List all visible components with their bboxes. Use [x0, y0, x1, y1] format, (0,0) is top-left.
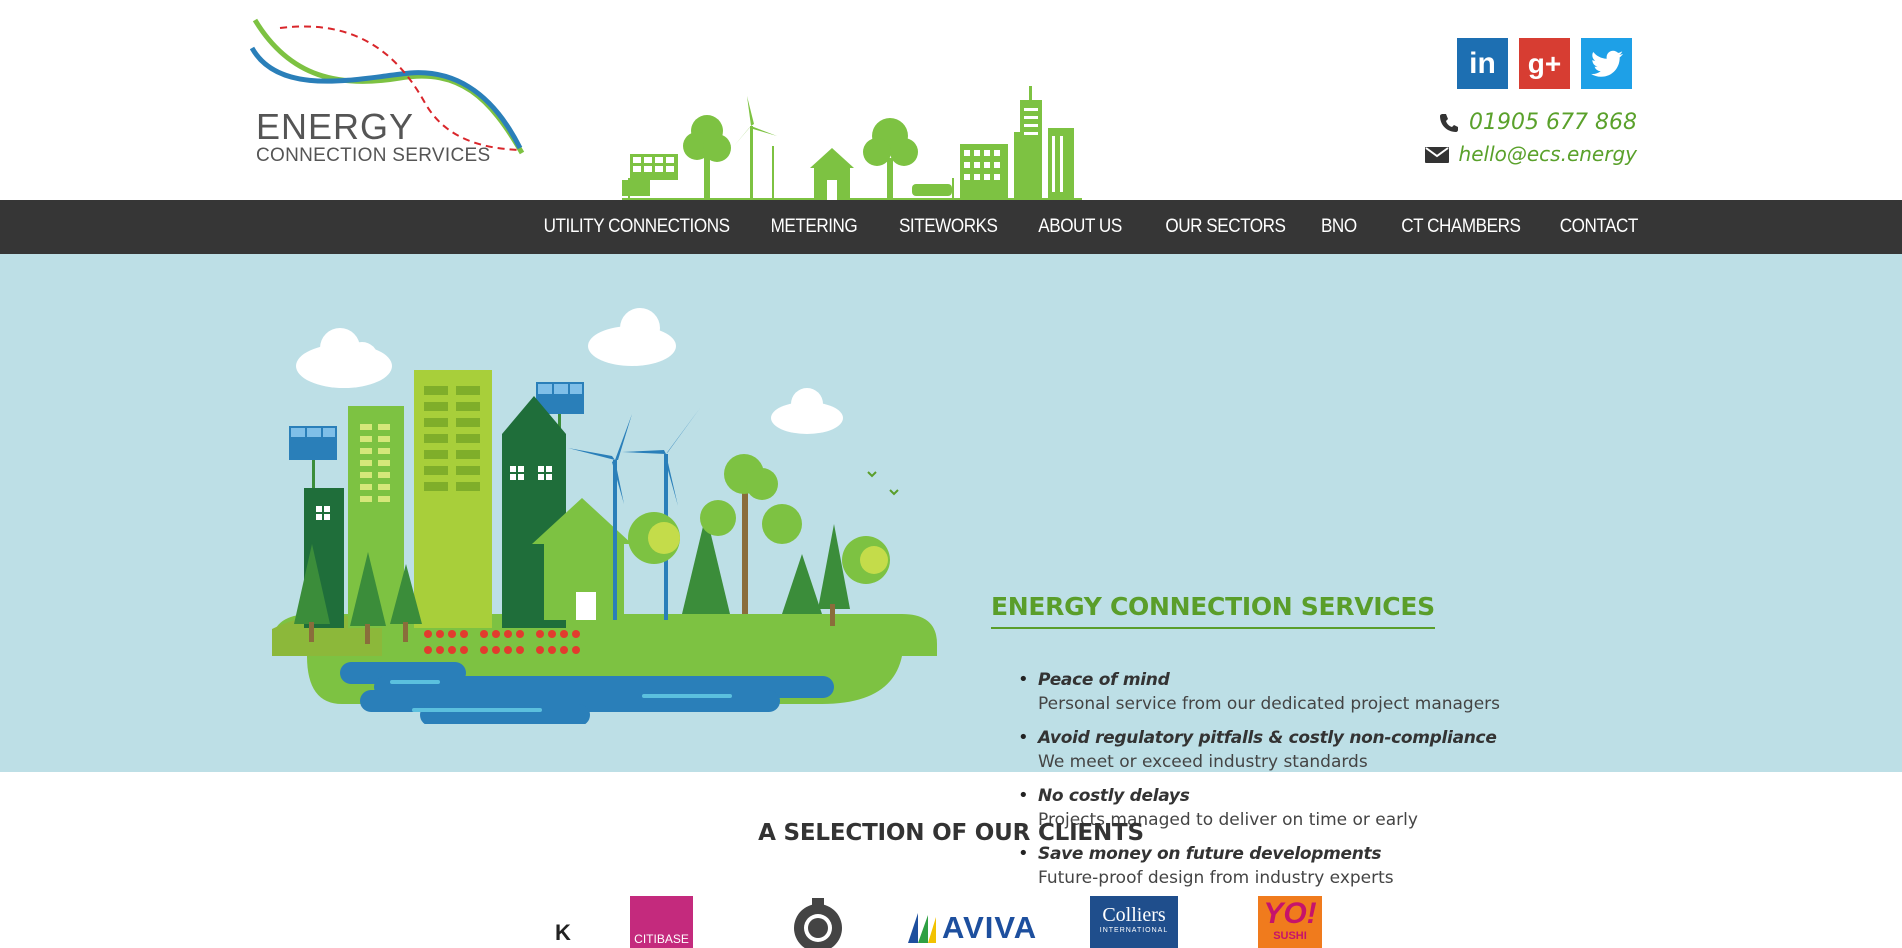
client-logo-crest: [794, 898, 842, 948]
benefit-description: Future-proof design from industry expert…: [1038, 868, 1394, 888]
nav-item-siteworks[interactable]: SITEWORKS: [899, 216, 998, 238]
twitter-bird-icon: [1590, 50, 1623, 77]
yo-sushi-sub-label: SUSHI: [1273, 930, 1307, 942]
google-plus-icon[interactable]: g+: [1519, 38, 1570, 89]
list-item: Save money on future developments Future…: [1018, 842, 1500, 890]
aviva-label: AVIVA: [942, 910, 1038, 945]
client-logo-colliers: Colliers INTERNATIONAL: [1090, 896, 1178, 948]
twitter-icon[interactable]: [1581, 38, 1632, 89]
clients-heading: A SELECTION OF OUR CLIENTS: [758, 820, 1144, 846]
nav-item-utility-connections[interactable]: UTILITY CONNECTIONS: [544, 216, 730, 238]
phone-icon: [1439, 113, 1459, 133]
colliers-label: Colliers: [1102, 904, 1166, 926]
aviva-mark-icon: [908, 913, 936, 943]
email-address: hello@ecs.energy: [1458, 142, 1637, 166]
contact-email[interactable]: hello@ecs.energy: [1424, 142, 1637, 166]
clients-logo-carousel[interactable]: K CITIBASE AVIVA Colliers INTERNATIONAL …: [0, 896, 1902, 948]
envelope-icon: [1424, 145, 1449, 163]
nav-item-about-us[interactable]: ABOUT US: [1038, 216, 1122, 238]
nav-item-ct-chambers[interactable]: CT CHAMBERS: [1401, 216, 1521, 238]
benefit-title: Avoid regulatory pitfalls & costly non-c…: [1038, 728, 1497, 748]
benefit-title: Peace of mind: [1038, 670, 1170, 690]
nav-item-bno[interactable]: BNO: [1321, 216, 1357, 238]
nav-item-contact[interactable]: CONTACT: [1560, 216, 1639, 238]
client-logo-partial: K: [555, 920, 571, 945]
contact-phone[interactable]: 01905 677 868: [1439, 110, 1637, 135]
google-plus-label: g+: [1527, 47, 1562, 79]
citibase-label: CITIBASE: [634, 932, 689, 946]
green-skyline-illustration: [622, 86, 1082, 200]
logo-text[interactable]: ENERGY CONNECTION SERVICES: [256, 108, 490, 166]
list-item: Peace of mind Personal service from our …: [1018, 668, 1501, 716]
benefits-list: Peace of mind Personal service from our …: [1018, 668, 1501, 900]
phone-number: 01905 677 868: [1469, 110, 1637, 135]
client-logo-yo-sushi: YO! SUSHI: [1258, 896, 1322, 948]
logo-small-text: CONNECTION SERVICES: [256, 145, 491, 166]
client-logo-citibase: CITIBASE: [630, 896, 693, 948]
benefit-description: We meet or exceed industry standards: [1038, 752, 1368, 772]
client-logo-aviva: AVIVA: [908, 910, 1037, 946]
colliers-sub-label: INTERNATIONAL: [1099, 927, 1169, 934]
hero-section: ENERGY CONNECTION SERVICES Peace of mind…: [0, 254, 1902, 888]
list-item: Avoid regulatory pitfalls & costly non-c…: [1018, 726, 1500, 774]
site-header: ENERGY CONNECTION SERVICES in g+ 01905 6…: [0, 0, 1902, 200]
hero-title: ENERGY CONNECTION SERVICES: [991, 592, 1435, 629]
benefit-description: Personal service from our dedicated proj…: [1038, 694, 1501, 714]
logo-big-text: ENERGY: [256, 106, 415, 147]
nav-item-metering[interactable]: METERING: [770, 216, 857, 238]
main-navigation: UTILITY CONNECTIONS METERING SITEWORKS A…: [0, 200, 1902, 254]
yo-sushi-label: YO!: [1263, 897, 1317, 930]
linkedin-label: in: [1469, 46, 1496, 80]
green-city-illustration: [272, 308, 937, 724]
nav-item-our-sectors[interactable]: OUR SECTORS: [1166, 216, 1287, 238]
linkedin-icon[interactable]: in: [1457, 38, 1508, 89]
benefit-title: No costly delays: [1038, 786, 1190, 806]
